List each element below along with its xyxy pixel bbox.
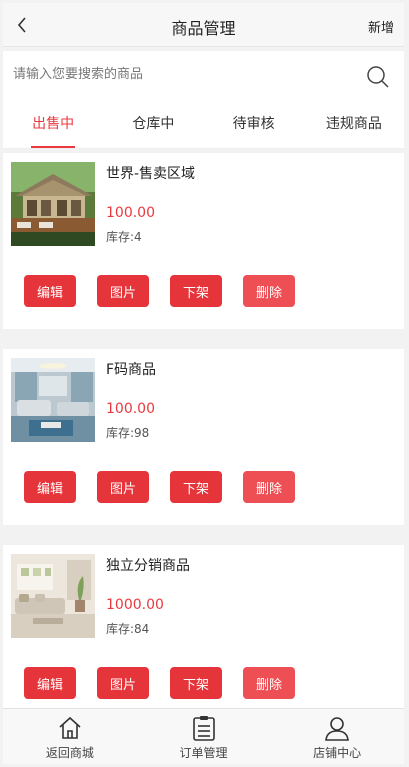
product-stock: 库存:98	[106, 426, 150, 440]
tab-violations[interactable]: 违规商品	[304, 101, 404, 148]
user-icon	[325, 717, 350, 741]
delete-button[interactable]: 删除	[243, 667, 295, 699]
delete-button[interactable]: 删除	[243, 471, 295, 503]
tabbar-item-orders[interactable]: 订单管理	[137, 709, 271, 764]
tab-on-sale[interactable]: 出售中	[3, 101, 103, 148]
product-list: 世界-售卖区域 100.00 库存:4 编辑 图片 下架 删除 F码商品 100…	[3, 153, 404, 741]
tabbar-item-home[interactable]: 返回商城	[3, 709, 137, 764]
search-button[interactable]	[366, 65, 390, 89]
product-image-pavilion[interactable]	[11, 162, 95, 246]
product-actions: 编辑 图片 下架 删除	[24, 275, 295, 307]
product-name: 世界-售卖区域	[106, 166, 196, 182]
home-icon	[59, 716, 81, 739]
product-card: 独立分销商品 1000.00 库存:84 编辑 图片 下架 删除	[3, 545, 404, 721]
take-offline-button[interactable]: 下架	[170, 471, 222, 503]
add-product-button[interactable]: 新增	[368, 17, 394, 36]
clipboard-icon	[192, 716, 215, 741]
page-title: 商品管理	[171, 19, 236, 38]
product-stock: 库存:84	[106, 622, 150, 636]
bottom-tabbar: 返回商城 订单管理 店铺中心	[3, 708, 404, 764]
product-price: 100.00	[106, 401, 155, 417]
product-actions: 编辑 图片 下架 删除	[24, 471, 295, 503]
product-name: F码商品	[106, 362, 157, 378]
tabbar-label: 订单管理	[179, 746, 228, 760]
product-price: 1000.00	[106, 597, 164, 613]
product-image-living-room-blue[interactable]	[11, 358, 95, 442]
top-navbar: 商品管理 新增	[3, 3, 404, 47]
search-bar	[3, 51, 404, 101]
tabbar-label: 返回商城	[45, 746, 94, 760]
images-button[interactable]: 图片	[97, 471, 149, 503]
product-name: 独立分销商品	[106, 558, 190, 574]
status-tabs: 出售中 仓库中 待审核 违规商品	[3, 101, 404, 149]
product-card: 世界-售卖区域 100.00 库存:4 编辑 图片 下架 删除	[3, 153, 404, 329]
product-image-living-room-light[interactable]	[11, 554, 95, 638]
product-actions: 编辑 图片 下架 删除	[24, 667, 295, 699]
tabbar-label: 店铺中心	[313, 746, 362, 760]
images-button[interactable]: 图片	[97, 667, 149, 699]
search-input[interactable]	[13, 59, 353, 89]
product-price: 100.00	[106, 205, 155, 221]
app-frame: 商品管理 新增 出售中 仓库中 待审核 违规商品	[3, 3, 404, 764]
edit-button[interactable]: 编辑	[24, 471, 76, 503]
product-card: F码商品 100.00 库存:98 编辑 图片 下架 删除	[3, 349, 404, 525]
take-offline-button[interactable]: 下架	[170, 667, 222, 699]
tabbar-item-shop-center[interactable]: 店铺中心	[270, 709, 404, 764]
take-offline-button[interactable]: 下架	[170, 275, 222, 307]
tab-warehouse[interactable]: 仓库中	[103, 101, 203, 148]
edit-button[interactable]: 编辑	[24, 275, 76, 307]
search-icon	[367, 66, 389, 88]
tab-pending-review[interactable]: 待审核	[204, 101, 304, 148]
product-stock: 库存:4	[106, 230, 142, 244]
images-button[interactable]: 图片	[97, 275, 149, 307]
delete-button[interactable]: 删除	[243, 275, 295, 307]
edit-button[interactable]: 编辑	[24, 667, 76, 699]
